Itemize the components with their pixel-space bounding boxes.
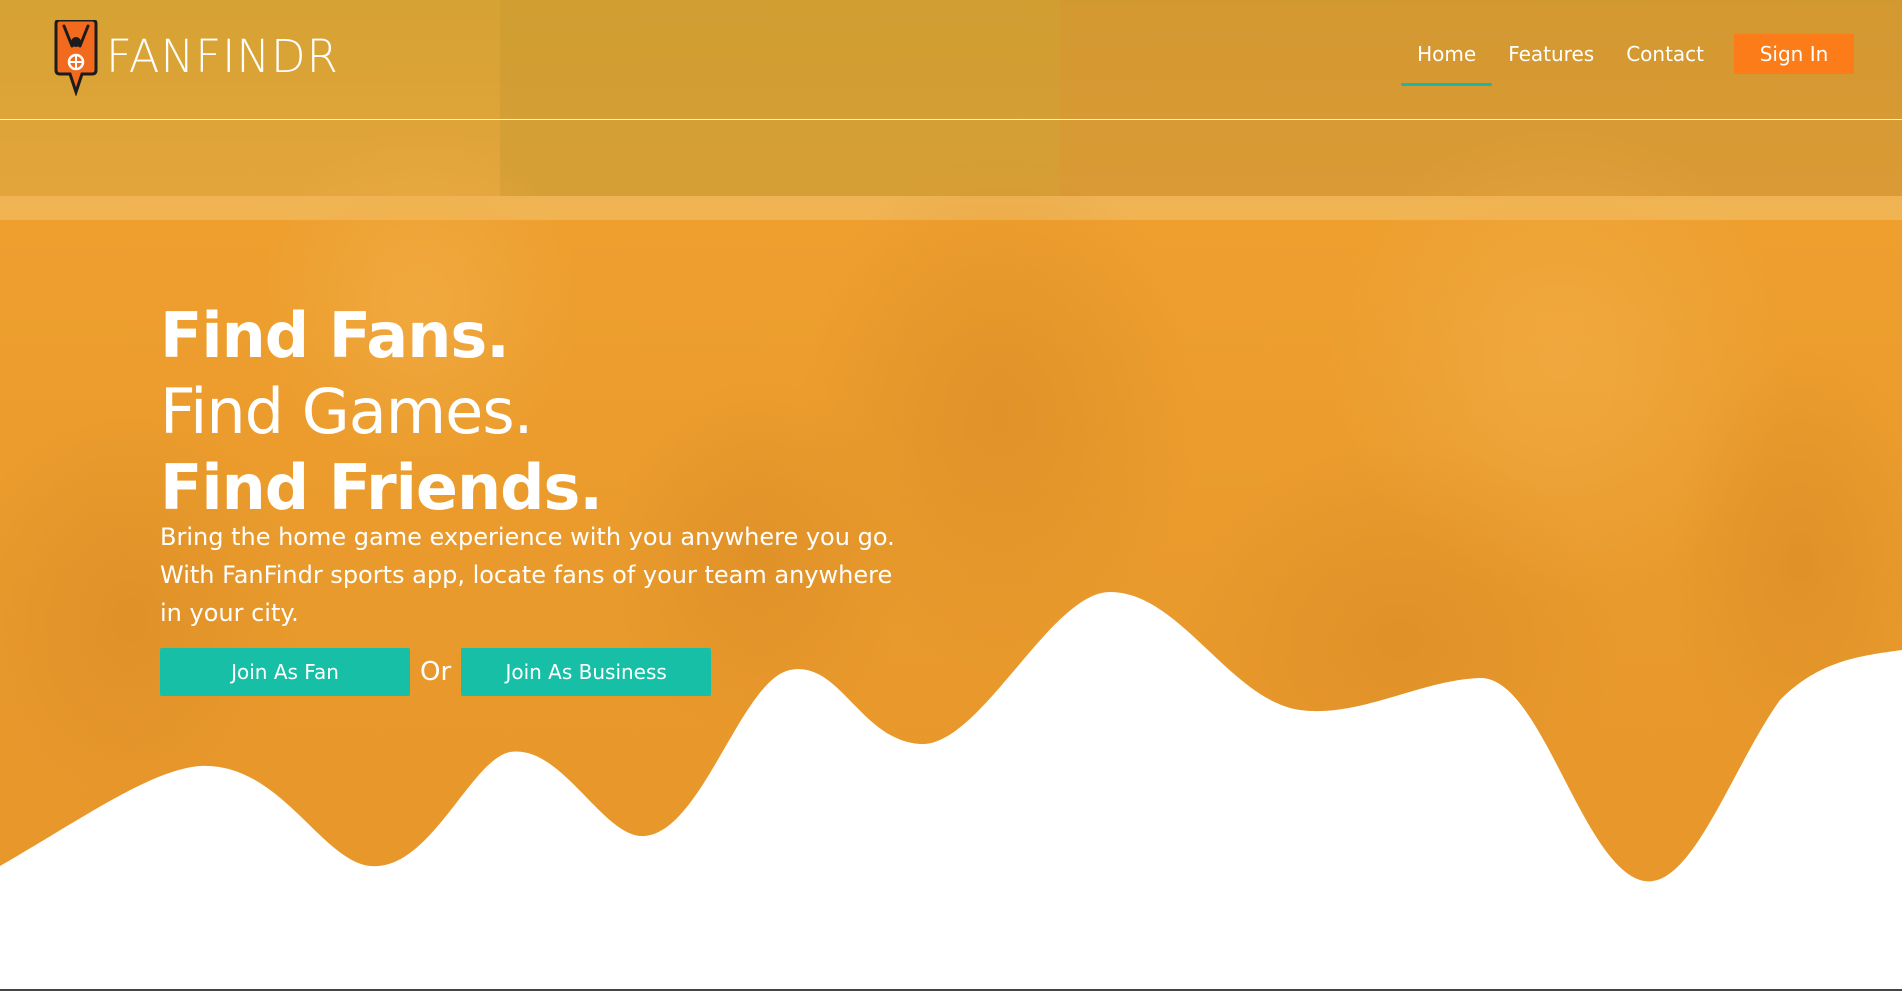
- hero-subtitle: Bring the home game experience with you …: [160, 523, 895, 627]
- nav-home[interactable]: Home: [1401, 34, 1493, 86]
- join-as-business-button[interactable]: Join As Business: [461, 648, 712, 696]
- hero-headline: Find Fans. Find Games. Find Friends.: [160, 298, 603, 526]
- headline-line-2: Find Games.: [160, 375, 533, 448]
- hero-section: FANFINDR Home Features Contact Sign In F…: [0, 0, 1902, 991]
- main-nav: Home Features Contact Sign In: [1401, 34, 1854, 86]
- cta-or-label: Or: [420, 657, 452, 687]
- hero-cta-group: Join As Fan Or Join As Business: [160, 648, 712, 696]
- header-divider: [0, 119, 1902, 120]
- site-header: FANFINDR Home Features Contact Sign In: [0, 0, 1902, 120]
- cheering-fan-pin-icon: [54, 20, 98, 96]
- headline-line-3: Find Friends.: [160, 451, 603, 524]
- nav-contact[interactable]: Contact: [1610, 34, 1720, 86]
- sign-in-button[interactable]: Sign In: [1734, 34, 1854, 74]
- join-as-fan-button[interactable]: Join As Fan: [160, 648, 410, 696]
- nav-features[interactable]: Features: [1492, 34, 1610, 86]
- brand-name: FANFINDR: [106, 29, 339, 83]
- headline-line-1: Find Fans.: [160, 299, 510, 372]
- logo[interactable]: FANFINDR: [52, 20, 339, 96]
